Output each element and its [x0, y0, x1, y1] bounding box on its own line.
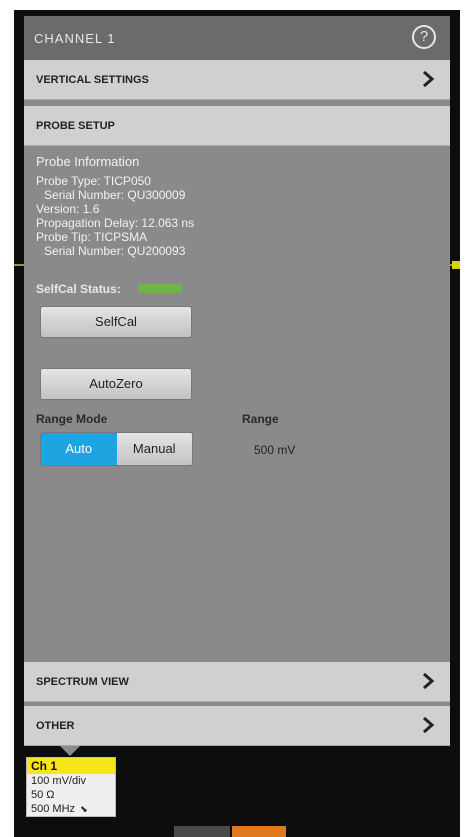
probe-tip: Probe Tip: TICPSMA — [36, 230, 148, 244]
section-probe-setup[interactable]: PROBE SETUP — [24, 106, 450, 146]
section-other[interactable]: OTHER — [24, 706, 450, 746]
trace-level-marker[interactable] — [452, 261, 460, 269]
range-mode-auto[interactable]: Auto — [41, 433, 117, 465]
section-label-spectrum: SPECTRUM VIEW — [36, 676, 129, 688]
section-label-vertical: VERTICAL SETTINGS — [36, 74, 149, 86]
probe-setup-body: Probe Information Probe Type: TICP050 Se… — [24, 146, 450, 646]
selfcal-status-indicator — [138, 284, 182, 293]
section-spectrum-view[interactable]: SPECTRUM VIEW — [24, 662, 450, 702]
channel-badge-bandwidth: 500 MHz — [31, 803, 76, 815]
chevron-right-icon — [423, 70, 435, 88]
channel-badge-name[interactable]: Ch 1 — [27, 758, 115, 774]
section-vertical-settings[interactable]: VERTICAL SETTINGS — [24, 60, 450, 100]
section-label-other: OTHER — [36, 720, 75, 732]
range-mode-label: Range Mode — [36, 412, 108, 426]
probe-version: Version: 1.6 — [36, 202, 100, 216]
selfcal-status-label: SelfCal Status: — [36, 282, 121, 296]
bottom-bar-tab-active[interactable] — [232, 826, 286, 837]
channel-badge-bandwidth-row: 500 MHz ⬊ — [27, 802, 115, 816]
bandwidth-limit-icon: ⬊ — [80, 804, 88, 814]
range-mode-toggle: Auto Manual — [40, 432, 193, 466]
channel-settings-panel: CHANNEL 1 ? VERTICAL SETTINGS PROBE SETU… — [24, 16, 450, 746]
panel-title: CHANNEL 1 — [34, 31, 116, 46]
probe-type: Probe Type: TICP050 — [36, 174, 151, 188]
bottom-bar-tab[interactable] — [174, 826, 230, 837]
selfcal-button[interactable]: SelfCal — [40, 306, 192, 338]
probe-serial-number: Serial Number: QU300009 — [44, 188, 186, 202]
oscilloscope-screen: CHANNEL 1 ? VERTICAL SETTINGS PROBE SETU… — [14, 10, 460, 837]
callout-pointer — [60, 746, 80, 756]
range-label: Range — [242, 412, 279, 426]
probe-tip-serial-number: Serial Number: QU200093 — [44, 244, 186, 258]
autozero-button[interactable]: AutoZero — [40, 368, 192, 400]
help-icon[interactable]: ? — [412, 25, 436, 49]
channel-badge-impedance: 50 Ω — [31, 789, 55, 801]
chevron-right-icon — [423, 716, 435, 734]
propagation-delay: Propagation Delay: 12.063 ns — [36, 216, 195, 230]
channel-badge-scale: 100 mV/div — [31, 775, 87, 787]
panel-titlebar: CHANNEL 1 ? — [24, 16, 450, 60]
range-value: 500 mV — [254, 443, 296, 457]
chevron-right-icon — [423, 672, 435, 690]
channel-badge[interactable]: Ch 1 100 mV/div 50 Ω 500 MHz ⬊ — [26, 757, 116, 817]
section-label-probe: PROBE SETUP — [36, 120, 115, 132]
probe-info-heading: Probe Information — [36, 154, 140, 169]
range-mode-manual[interactable]: Manual — [116, 433, 192, 465]
